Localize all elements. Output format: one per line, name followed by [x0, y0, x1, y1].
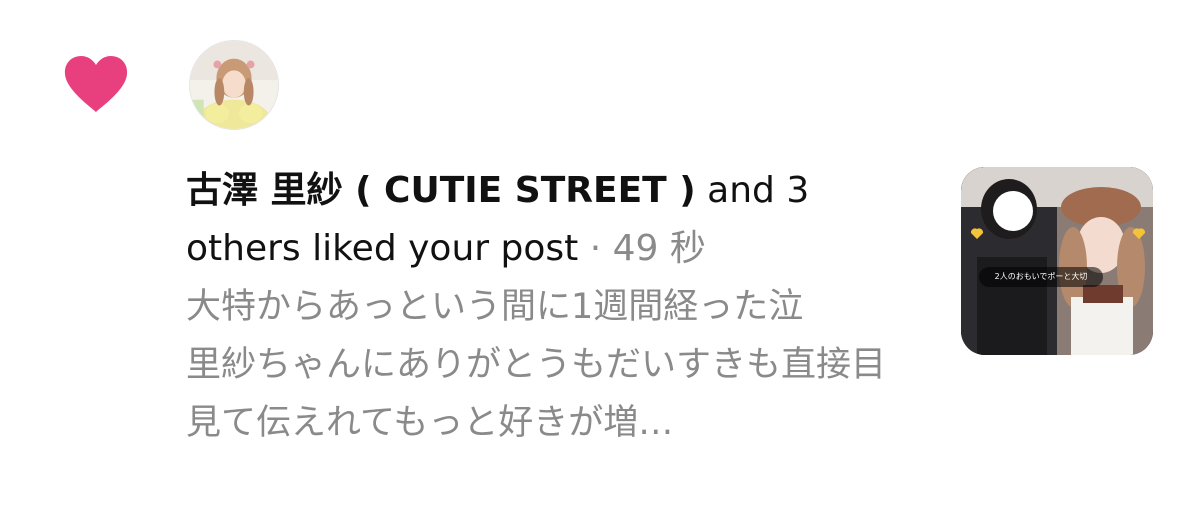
- heart-icon: [64, 56, 128, 112]
- post-preview-line-1: 大特からあっという間に1週間経った泣: [186, 287, 804, 327]
- username-link[interactable]: 古澤 里紗 ( CUTIE STREET ): [186, 170, 696, 211]
- thumbnail-caption: 2人のおもいでポーと大切: [979, 267, 1103, 287]
- avatar[interactable]: [189, 40, 279, 130]
- post-preview-line-2: 里紗ちゃんにありがとうもだいすきも直接目見て伝えれてもっと好きが増…: [186, 345, 887, 443]
- like-notification-row[interactable]: 古澤 里紗 ( CUTIE STREET ) and 3 others like…: [0, 0, 1179, 527]
- separator: ·: [578, 228, 613, 269]
- notification-text: 古澤 里紗 ( CUTIE STREET ) and 3 others like…: [186, 162, 916, 452]
- post-thumbnail-image: [961, 167, 1153, 355]
- post-thumbnail[interactable]: 2人のおもいでポーと大切: [961, 167, 1153, 355]
- notification-headline: 古澤 里紗 ( CUTIE STREET ) and 3 others like…: [186, 162, 916, 278]
- post-preview-text: 大特からあっという間に1週間経った泣里紗ちゃんにありがとうもだいすきも直接目見て…: [186, 278, 901, 452]
- timestamp: 49 秒: [612, 228, 706, 269]
- avatar-image: [190, 41, 278, 129]
